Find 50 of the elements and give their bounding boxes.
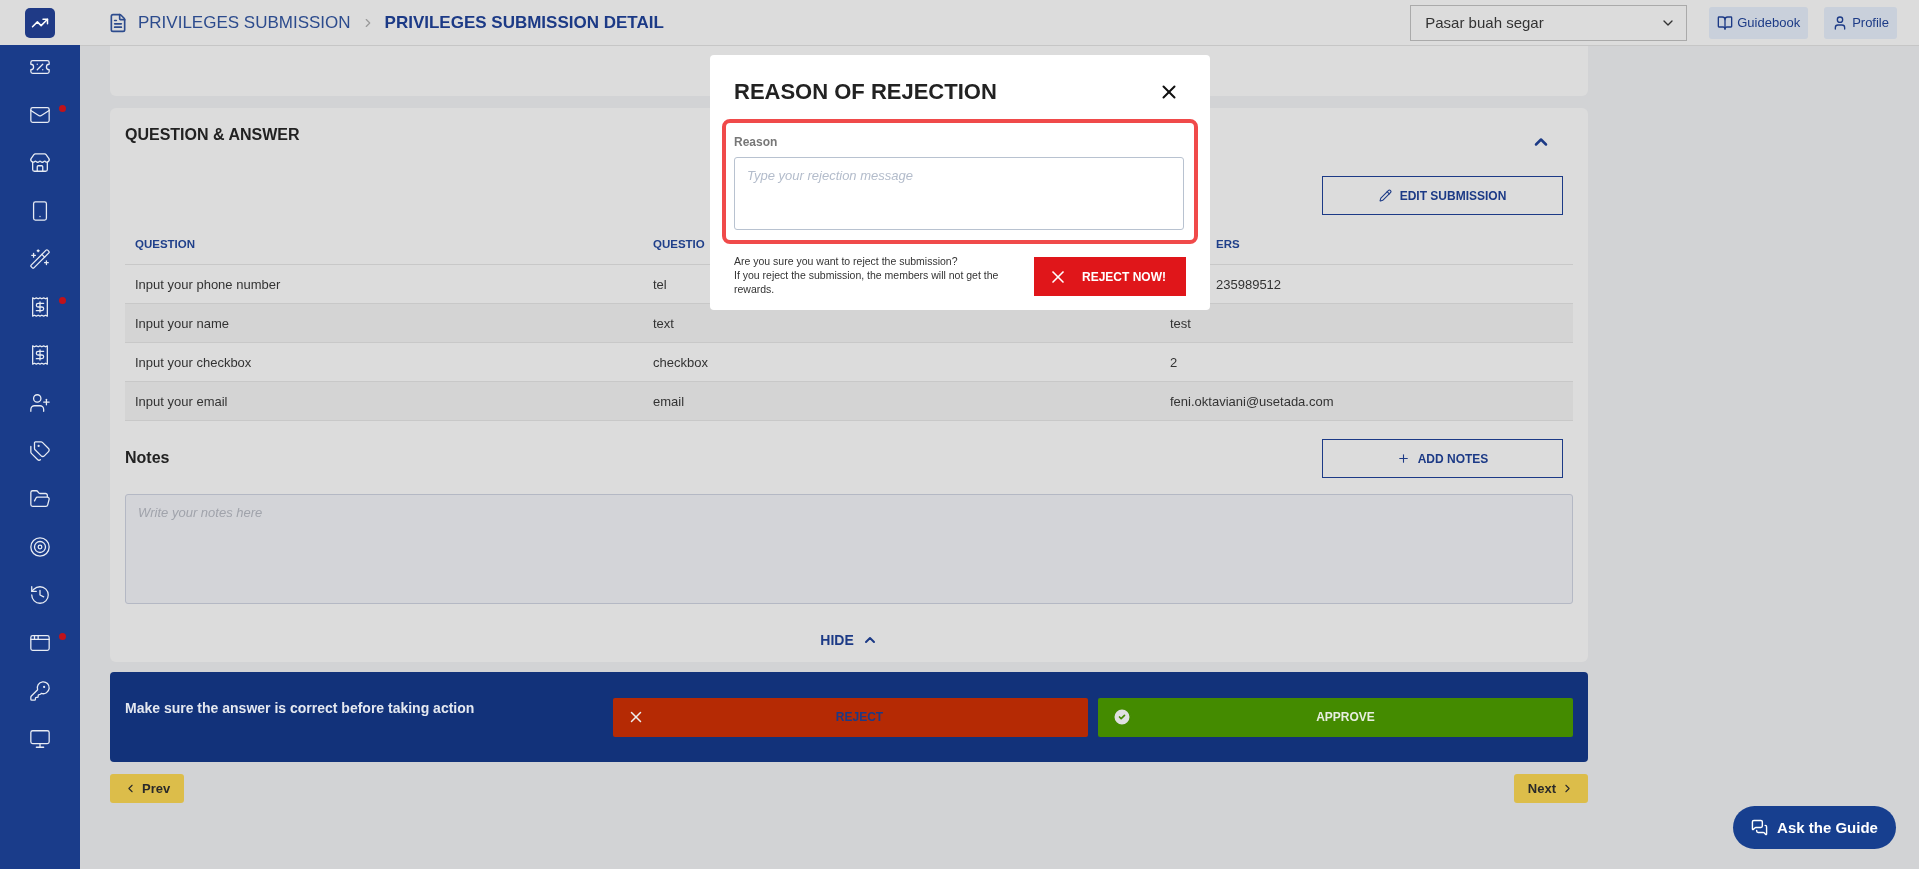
approve-button[interactable]: APPROVE [1098, 697, 1573, 737]
warning-text: If you reject the submission, the members will not get the rewards. [734, 268, 1000, 296]
check-circle-icon [1112, 707, 1132, 727]
section-title: QUESTION & ANSWER [125, 126, 300, 144]
header-button[interactable]: Profile [1824, 6, 1897, 39]
folder-icon [29, 488, 51, 510]
monitor-icon [29, 728, 51, 750]
target-icon [29, 536, 51, 558]
reject-now-button[interactable]: REJECT NOW! [1034, 257, 1186, 296]
user-add-icon [29, 392, 51, 414]
edit-submission-button[interactable]: EDIT SUBMISSION [1322, 176, 1563, 215]
table-cell: test [1160, 304, 1573, 343]
tags-icon [29, 440, 51, 462]
reason-field[interactable]: Type your rejection message [734, 157, 1184, 230]
window-icon [29, 632, 51, 654]
chat-icon [1751, 819, 1769, 836]
pencil-icon [1378, 189, 1392, 202]
ask-guide-button[interactable]: Ask the Guide [1733, 806, 1896, 849]
table-cell: Input your name [125, 304, 643, 343]
notification-dot [59, 633, 66, 640]
logo-icon[interactable] [25, 7, 55, 38]
document-icon [108, 12, 128, 33]
mail-icon [29, 104, 51, 126]
breadcrumb-item[interactable]: PRIVILEGES SUBMISSION [138, 12, 351, 33]
breadcrumb-item: PRIVILEGES SUBMISSION DETAIL [384, 12, 664, 33]
notification-dot [59, 297, 66, 304]
section-title: Notes [125, 449, 170, 467]
next-button[interactable]: Next [1513, 774, 1588, 803]
dialog-title: REASON OF REJECTION [734, 79, 997, 105]
header-button[interactable]: Guidebook [1709, 6, 1809, 39]
receipt-icon [29, 344, 51, 366]
table-cell: Input your email [125, 382, 643, 421]
add-notes-button[interactable]: ADD NOTES [1322, 439, 1563, 478]
store-icon [29, 152, 51, 174]
receipt-icon [29, 296, 51, 318]
key-icon [29, 680, 51, 702]
prev-button[interactable]: Prev [110, 774, 185, 803]
plus-icon [1396, 452, 1410, 465]
warning-text: Are you sure you want to reject the submission? [734, 254, 959, 268]
history-icon [29, 584, 51, 606]
action-message: Make sure the answer is correct before taking action [125, 700, 476, 716]
column-header: QUESTION [125, 223, 643, 265]
store-select[interactable]: Pasar buah segar [1410, 4, 1688, 41]
hide-link[interactable]: HIDE [820, 632, 878, 648]
table-cell: feni.oktaviani@usetada.com [1160, 382, 1573, 421]
magic-wand-icon [29, 248, 51, 270]
book-icon [1717, 14, 1734, 31]
notification-dot [59, 105, 66, 112]
field-label: Reason [734, 135, 779, 149]
table-cell: email [643, 382, 1160, 421]
